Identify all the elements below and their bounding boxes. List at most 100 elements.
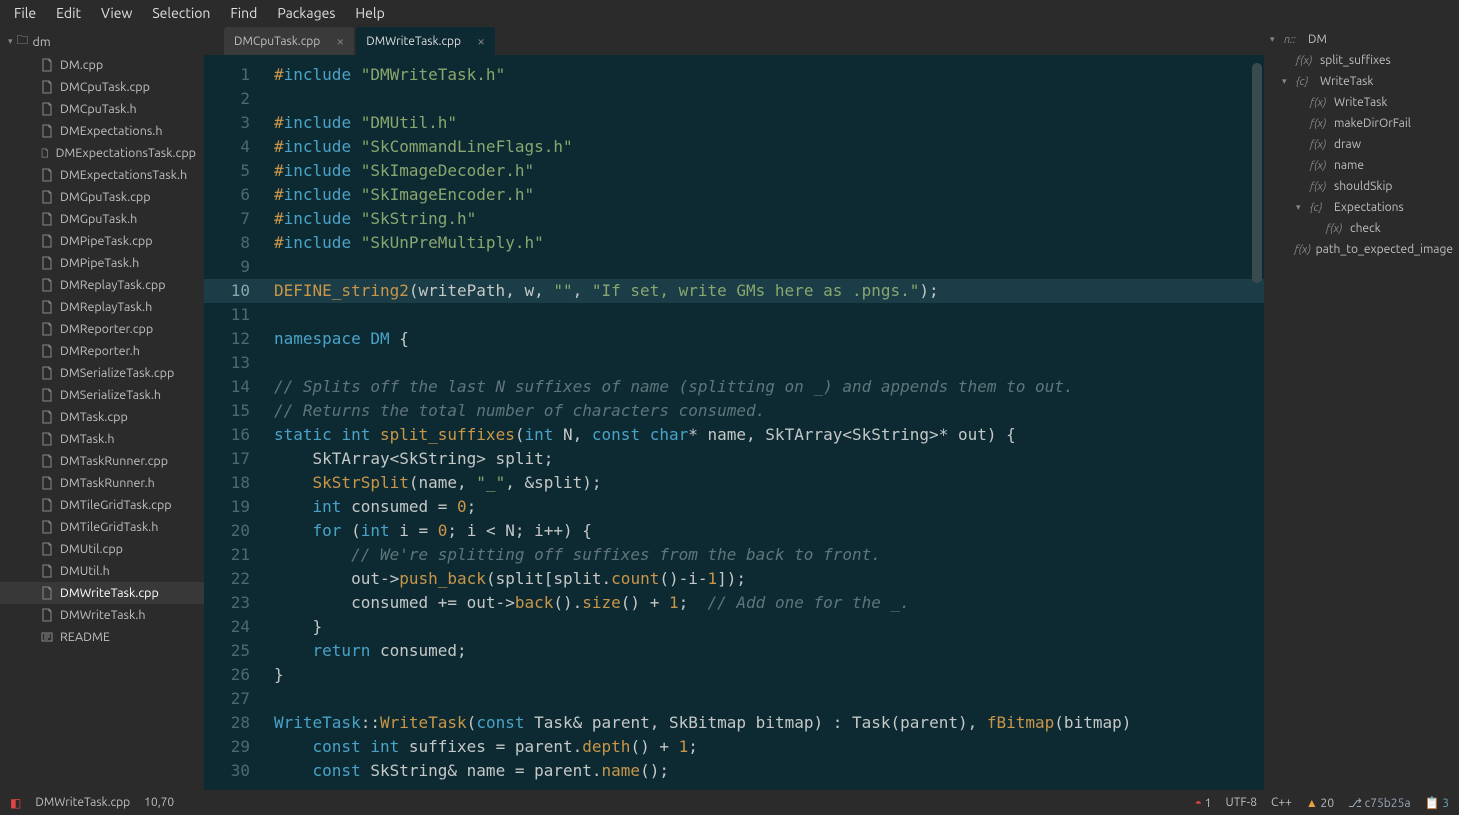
- tree-file[interactable]: DMTask.h: [0, 428, 204, 450]
- chevron-icon: ▾: [1296, 202, 1306, 213]
- outline-item[interactable]: f(x) split_suffixes: [1264, 50, 1459, 71]
- status-language[interactable]: C++: [1271, 796, 1292, 809]
- symbol-kind-icon: f(x): [1296, 55, 1316, 67]
- menu-file[interactable]: File: [4, 5, 46, 21]
- file-label: DMCpuTask.h: [60, 102, 137, 116]
- tree-file[interactable]: DMTileGridTask.cpp: [0, 494, 204, 516]
- code-editor[interactable]: 1234567891011121314151617181920212223242…: [204, 55, 1264, 790]
- tree-file[interactable]: DMGpuTask.cpp: [0, 186, 204, 208]
- outline-item[interactable]: f(x)makeDirOrFail: [1264, 113, 1459, 134]
- tree-file[interactable]: DMPipeTask.h: [0, 252, 204, 274]
- outline-item[interactable]: f(x)shouldSkip: [1264, 176, 1459, 197]
- close-icon[interactable]: ×: [336, 33, 344, 49]
- tree-file[interactable]: DMSerializeTask.cpp: [0, 362, 204, 384]
- file-label: DMPipeTask.cpp: [60, 234, 153, 248]
- menu-find[interactable]: Find: [220, 5, 267, 21]
- chevron-icon: ▾: [1282, 76, 1292, 87]
- status-clipboard[interactable]: 📋 3: [1425, 796, 1449, 810]
- tree-file[interactable]: DMWriteTask.h: [0, 604, 204, 626]
- editor-tab[interactable]: DMCpuTask.cpp ×: [224, 27, 354, 55]
- file-label: DMCpuTask.cpp: [60, 80, 150, 94]
- tree-file[interactable]: DMTaskRunner.cpp: [0, 450, 204, 472]
- symbol-kind-icon: f(x): [1326, 223, 1346, 235]
- editor-tab[interactable]: DMWriteTask.cpp×: [356, 27, 495, 55]
- file-status-icon: ◧: [10, 796, 21, 810]
- tree-file[interactable]: README: [0, 626, 204, 648]
- menu-packages[interactable]: Packages: [267, 5, 345, 21]
- outline-item[interactable]: ▾ n::DM: [1264, 29, 1459, 50]
- tab-label: DMCpuTask.cpp: [234, 35, 320, 48]
- tree-file[interactable]: DMTaskRunner.h: [0, 472, 204, 494]
- editor-area: DMCpuTask.cpp×DMWriteTask.cpp× 123456789…: [204, 25, 1264, 790]
- symbol-kind-icon: n::: [1284, 34, 1304, 46]
- outline-item[interactable]: f(x) check: [1264, 218, 1459, 239]
- chevron-icon: ▾: [1270, 34, 1280, 45]
- tree-file[interactable]: DMReporter.cpp: [0, 318, 204, 340]
- outline-item[interactable]: f(x) WriteTask: [1264, 92, 1459, 113]
- file-label: DMSerializeTask.h: [60, 388, 161, 402]
- menu-selection[interactable]: Selection: [142, 5, 220, 21]
- outline-label: split_suffixes: [1320, 54, 1391, 67]
- tree-file[interactable]: DMSerializeTask.h: [0, 384, 204, 406]
- status-cursor-position[interactable]: 10,70: [144, 796, 174, 809]
- tree-file[interactable]: DMExpectationsTask.cpp: [0, 142, 204, 164]
- outline-item[interactable]: f(x)draw: [1264, 134, 1459, 155]
- outline-label: name: [1334, 159, 1364, 172]
- outline-label: DM: [1308, 33, 1327, 46]
- tree-file[interactable]: DMCpuTask.h: [0, 98, 204, 120]
- symbol-kind-icon: f(x): [1310, 97, 1330, 109]
- tree-file[interactable]: DMReplayTask.cpp: [0, 274, 204, 296]
- symbol-kind-icon: {c}: [1296, 76, 1316, 88]
- file-label: README: [60, 630, 110, 644]
- file-label: DMTaskRunner.h: [60, 476, 155, 490]
- tree-file[interactable]: DMExpectationsTask.h: [0, 164, 204, 186]
- outline-label: WriteTask: [1334, 96, 1387, 109]
- status-errors[interactable]: ◓ 1: [1195, 796, 1212, 810]
- tree-file[interactable]: DMUtil.h: [0, 560, 204, 582]
- outline-label: draw: [1334, 138, 1361, 151]
- symbol-kind-icon: f(x): [1310, 181, 1330, 193]
- status-warnings[interactable]: ▲ 20: [1306, 796, 1334, 810]
- outline-item[interactable]: ▾{c}Expectations: [1264, 197, 1459, 218]
- file-label: DMReplayTask.cpp: [60, 278, 166, 292]
- tree-file[interactable]: DMWriteTask.cpp: [0, 582, 204, 604]
- status-filename[interactable]: DMWriteTask.cpp: [35, 796, 130, 809]
- tree-file[interactable]: DMUtil.cpp: [0, 538, 204, 560]
- file-label: DMTask.h: [60, 432, 115, 446]
- file-label: DMWriteTask.cpp: [60, 586, 159, 600]
- tree-file[interactable]: DMCpuTask.cpp: [0, 76, 204, 98]
- tree-folder-root[interactable]: ▾ 🗀 dm: [0, 29, 204, 54]
- status-git-branch[interactable]: ⎇ c75b25a: [1348, 796, 1410, 810]
- symbol-kind-icon: f(x): [1310, 118, 1330, 130]
- close-icon[interactable]: ×: [477, 33, 485, 49]
- tree-file[interactable]: DM.cpp: [0, 54, 204, 76]
- file-label: DMSerializeTask.cpp: [60, 366, 174, 380]
- file-label: DMReporter.h: [60, 344, 140, 358]
- outline-label: check: [1350, 222, 1381, 235]
- code-content[interactable]: #include "DMWriteTask.h" #include "DMUti…: [264, 55, 1264, 790]
- tree-file[interactable]: DMPipeTask.cpp: [0, 230, 204, 252]
- tree-file[interactable]: DMGpuTask.h: [0, 208, 204, 230]
- file-label: DMPipeTask.h: [60, 256, 139, 270]
- file-label: DMWriteTask.h: [60, 608, 146, 622]
- folder-label: dm: [33, 35, 51, 49]
- menu-view[interactable]: View: [91, 5, 142, 21]
- tree-file[interactable]: DMExpectations.h: [0, 120, 204, 142]
- outline-item[interactable]: f(x)path_to_expected_image: [1264, 239, 1459, 260]
- outline-item[interactable]: f(x)name: [1264, 155, 1459, 176]
- tree-file[interactable]: DMTileGridTask.h: [0, 516, 204, 538]
- file-label: DMGpuTask.cpp: [60, 190, 151, 204]
- tree-file[interactable]: DMReplayTask.h: [0, 296, 204, 318]
- file-label: DMTileGridTask.cpp: [60, 498, 172, 512]
- tree-file[interactable]: DMTask.cpp: [0, 406, 204, 428]
- outline-item[interactable]: ▾ {c} WriteTask: [1264, 71, 1459, 92]
- status-encoding[interactable]: UTF-8: [1226, 796, 1257, 809]
- tree-file[interactable]: DMReporter.h: [0, 340, 204, 362]
- vertical-scrollbar[interactable]: [1252, 63, 1262, 283]
- file-label: DMUtil.cpp: [60, 542, 123, 556]
- menu-help[interactable]: Help: [345, 5, 394, 21]
- outline-label: WriteTask: [1320, 75, 1373, 88]
- file-label: DMTask.cpp: [60, 410, 128, 424]
- file-tree-sidebar: ▾ 🗀 dm DM.cpp DMCpuTask.cpp DMCpuTask.h DME…: [0, 25, 204, 790]
- menu-edit[interactable]: Edit: [46, 5, 91, 21]
